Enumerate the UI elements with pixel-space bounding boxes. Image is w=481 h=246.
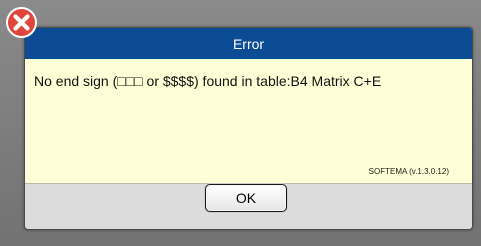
dialog-message-area: No end sign (□□□ or $$$$) found in table… [25,59,472,184]
close-icon[interactable] [5,6,38,39]
error-message: No end sign (□□□ or $$$$) found in table… [34,73,382,89]
version-label: SOFTEMA (v.1.3.0.12) [368,167,449,176]
ok-button[interactable]: OK [205,184,287,212]
dialog-titlebar: Error [25,28,472,59]
error-dialog: Error No end sign (□□□ or $$$$) found in… [24,27,473,230]
dialog-title: Error [232,35,265,52]
